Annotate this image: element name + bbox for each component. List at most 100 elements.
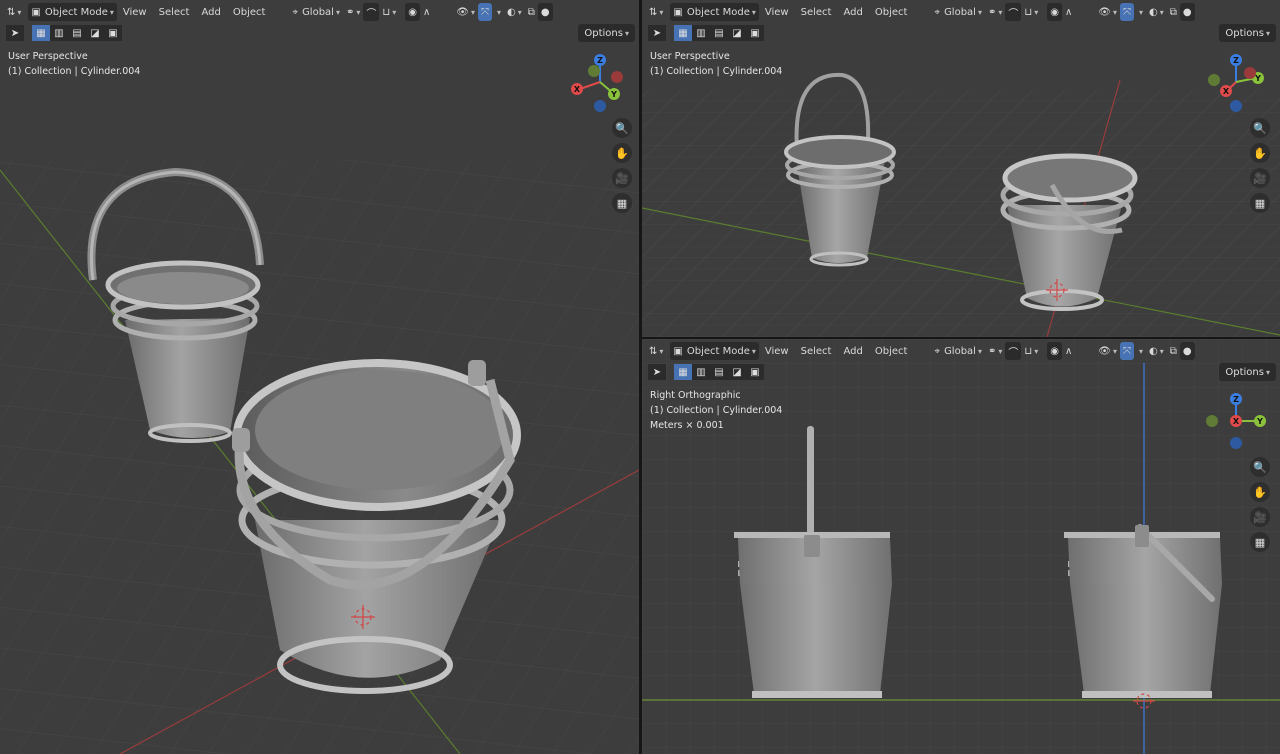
gizmo-dropdown[interactable]: ▾ xyxy=(1134,342,1146,360)
perspective-grid-icon[interactable]: ▦ xyxy=(612,193,632,213)
gizmo-neg-y[interactable] xyxy=(1208,74,1220,86)
xray-toggle[interactable]: ⧉ xyxy=(1167,3,1180,21)
falloff-button[interactable]: ∧ xyxy=(1062,342,1075,360)
menu-add[interactable]: Add xyxy=(195,3,226,21)
mode-dropdown[interactable]: ▣ Object Mode ▾ xyxy=(670,3,759,21)
gizmo-toggle[interactable]: ⤧ xyxy=(1120,3,1134,21)
camera-icon[interactable]: 🎥 xyxy=(612,168,632,188)
pivot-button[interactable]: ⚭ ▾ xyxy=(343,3,363,21)
overlay-toggle[interactable]: ◐ ▾ xyxy=(1146,342,1167,360)
select-new-icon[interactable]: ▦ xyxy=(674,25,692,41)
proportional-edit-toggle[interactable]: ◉ xyxy=(405,3,420,21)
select-intersect-icon[interactable]: ▣ xyxy=(104,25,122,41)
perspective-grid-icon[interactable]: ▦ xyxy=(1250,193,1270,213)
menu-add[interactable]: Add xyxy=(837,342,868,360)
select-extend-icon[interactable]: ▥ xyxy=(692,25,710,41)
select-extend-icon[interactable]: ▥ xyxy=(692,364,710,380)
select-invert-icon[interactable]: ◪ xyxy=(86,25,104,41)
ortho-grid-icon[interactable]: ▦ xyxy=(1250,532,1270,552)
menu-view[interactable]: View xyxy=(759,342,795,360)
zoom-icon[interactable]: 🔍 xyxy=(612,118,632,138)
gizmo-z[interactable]: Z xyxy=(1230,393,1242,405)
snap-target[interactable]: ⊔ ▾ xyxy=(1021,342,1041,360)
select-new-icon[interactable]: ▦ xyxy=(674,364,692,380)
menu-object[interactable]: Object xyxy=(869,3,914,21)
gizmo-neg-x[interactable] xyxy=(611,71,623,83)
gizmo-z[interactable]: Z xyxy=(594,54,606,66)
navigation-gizmo[interactable]: Z X Y xyxy=(1204,52,1268,116)
zoom-icon[interactable]: 🔍 xyxy=(1250,118,1270,138)
gizmo-neg-z[interactable] xyxy=(594,100,606,112)
select-intersect-icon[interactable]: ▣ xyxy=(746,25,764,41)
overlay-toggle[interactable]: ◐ ▾ xyxy=(1146,3,1167,21)
pivot-button[interactable]: ⚭ ▾ xyxy=(985,342,1005,360)
options-button[interactable]: Options ▾ xyxy=(1219,24,1276,42)
hand-icon[interactable]: ✋ xyxy=(1250,143,1270,163)
proportional-edit-toggle[interactable]: ◉ xyxy=(1047,342,1062,360)
select-extend-icon[interactable]: ▥ xyxy=(50,25,68,41)
options-button[interactable]: Options ▾ xyxy=(578,24,635,42)
snap-target[interactable]: ⊔ ▾ xyxy=(379,3,399,21)
gizmo-neg-y[interactable] xyxy=(1206,415,1218,427)
orientation-dropdown[interactable]: ⌖ Global ▾ xyxy=(931,342,985,360)
orientation-dropdown[interactable]: ⌖ Global ▾ xyxy=(289,3,343,21)
select-subtract-icon[interactable]: ▤ xyxy=(68,25,86,41)
menu-select[interactable]: Select xyxy=(795,3,838,21)
menu-object[interactable]: Object xyxy=(869,342,914,360)
gizmo-dropdown[interactable]: ▾ xyxy=(492,3,504,21)
visibility-button[interactable]: 👁 ▾ xyxy=(1095,342,1120,360)
visibility-button[interactable]: 👁 ▾ xyxy=(1095,3,1120,21)
select-intersect-icon[interactable]: ▣ xyxy=(746,364,764,380)
viewport-top-right[interactable]: ⇅ ▾ ▣ Object Mode ▾ View Select Add Object … xyxy=(642,0,1280,337)
snap-toggle[interactable]: ⌒ xyxy=(363,3,380,21)
camera-icon[interactable]: 🎥 xyxy=(1250,168,1270,188)
mode-dropdown[interactable]: ▣ Object Mode ▾ xyxy=(28,3,117,21)
xray-toggle[interactable]: ⧉ xyxy=(1167,342,1180,360)
select-subtract-icon[interactable]: ▤ xyxy=(710,364,728,380)
editor-type-button[interactable]: ⇅ ▾ xyxy=(646,342,666,360)
menu-select[interactable]: Select xyxy=(153,3,196,21)
falloff-button[interactable]: ∧ xyxy=(1062,3,1075,21)
hand-icon[interactable]: ✋ xyxy=(1250,482,1270,502)
navigation-gizmo[interactable]: Z X Y xyxy=(1204,391,1268,455)
cursor-arrow-icon[interactable]: ➤ xyxy=(648,364,666,380)
gizmo-y[interactable]: Y xyxy=(608,88,620,100)
gizmo-neg-x[interactable] xyxy=(1244,67,1256,79)
visibility-button[interactable]: 👁 ▾ xyxy=(453,3,478,21)
options-button[interactable]: Options ▾ xyxy=(1219,363,1276,381)
viewport-bottom-right[interactable]: ⇅ ▾ ▣ Object Mode ▾ View Select Add Object … xyxy=(642,339,1280,754)
select-invert-icon[interactable]: ◪ xyxy=(728,364,746,380)
pivot-button[interactable]: ⚭ ▾ xyxy=(985,3,1005,21)
shading-solid[interactable]: ● xyxy=(537,3,553,21)
menu-select[interactable]: Select xyxy=(795,342,838,360)
cursor-arrow-icon[interactable]: ➤ xyxy=(648,25,666,41)
viewport-scene-left[interactable] xyxy=(0,0,639,754)
gizmo-dropdown[interactable]: ▾ xyxy=(1134,3,1146,21)
menu-view[interactable]: View xyxy=(759,3,795,21)
cursor-arrow-icon[interactable]: ➤ xyxy=(6,25,24,41)
gizmo-neg-z[interactable] xyxy=(1230,437,1242,449)
viewport-left[interactable]: ⇅ ▾ ▣ Object Mode ▾ View Select Add Object… xyxy=(0,0,639,754)
menu-object[interactable]: Object xyxy=(227,3,272,21)
falloff-button[interactable]: ∧ xyxy=(420,3,433,21)
xray-toggle[interactable]: ⧉ xyxy=(525,3,538,21)
orientation-dropdown[interactable]: ⌖ Global ▾ xyxy=(931,3,985,21)
shading-solid[interactable]: ● xyxy=(1179,342,1195,360)
snap-toggle[interactable]: ⌒ xyxy=(1005,3,1022,21)
overlay-toggle[interactable]: ◐ ▾ xyxy=(504,3,525,21)
snap-toggle[interactable]: ⌒ xyxy=(1005,342,1022,360)
gizmo-toggle[interactable]: ⤧ xyxy=(478,3,492,21)
menu-add[interactable]: Add xyxy=(837,3,868,21)
navigation-gizmo[interactable]: Z X Y xyxy=(568,52,632,116)
select-new-icon[interactable]: ▦ xyxy=(32,25,50,41)
gizmo-x[interactable]: X xyxy=(1230,415,1242,427)
gizmo-x[interactable]: X xyxy=(571,83,583,95)
camera-icon[interactable]: 🎥 xyxy=(1250,507,1270,527)
gizmo-toggle[interactable]: ⤧ xyxy=(1120,342,1134,360)
gizmo-y[interactable]: Y xyxy=(1254,415,1266,427)
gizmo-z[interactable]: Z xyxy=(1230,54,1242,66)
gizmo-neg-y[interactable] xyxy=(588,65,600,77)
shading-solid[interactable]: ● xyxy=(1179,3,1195,21)
gizmo-neg-z[interactable] xyxy=(1230,100,1242,112)
select-subtract-icon[interactable]: ▤ xyxy=(710,25,728,41)
